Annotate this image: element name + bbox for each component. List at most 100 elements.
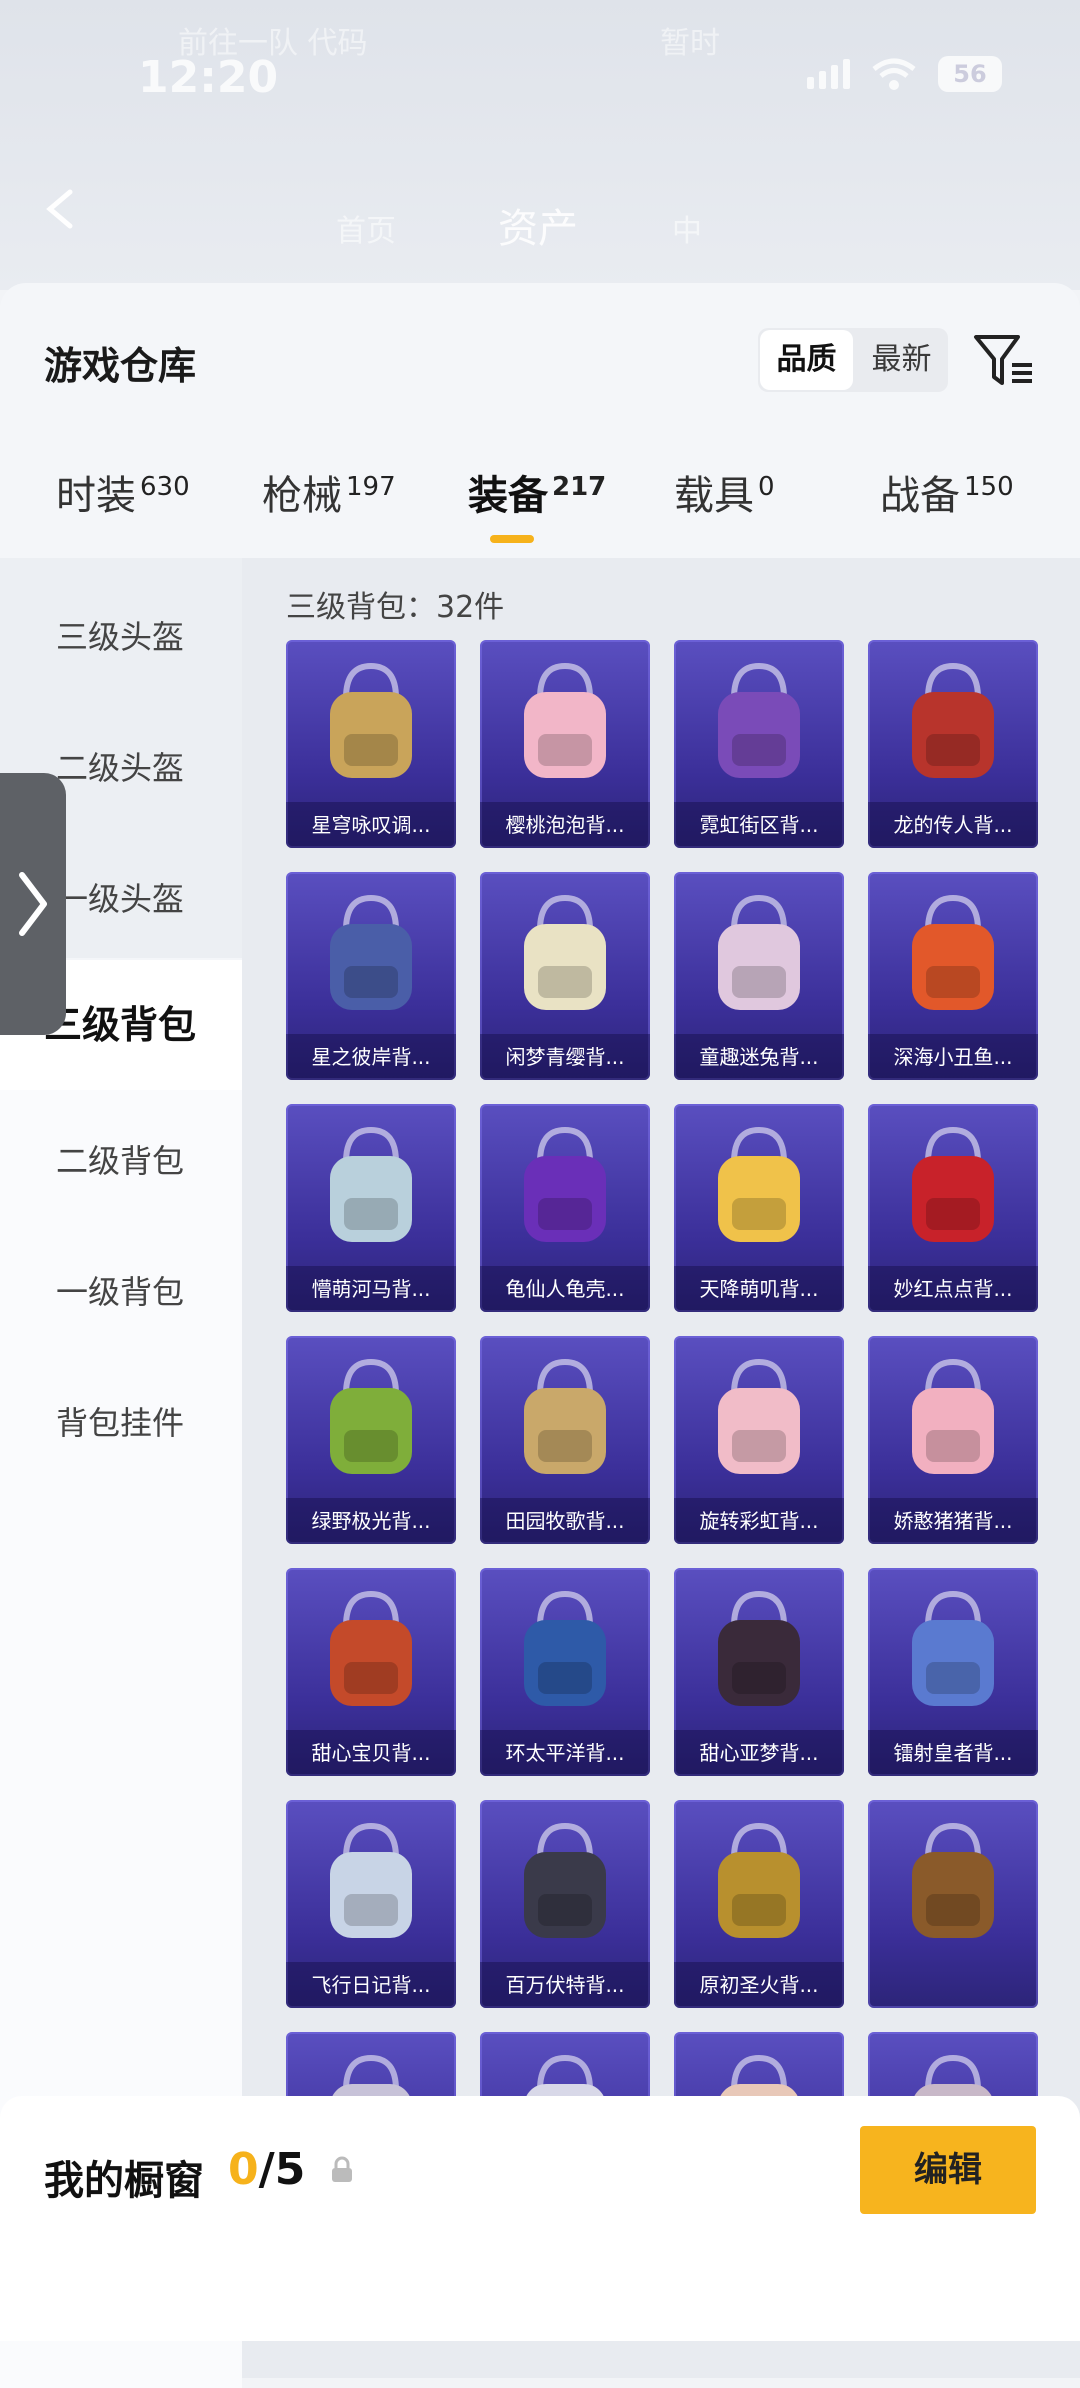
- item-name: 龟仙人龟壳...: [480, 1266, 650, 1312]
- sidebar-item-backpack-1[interactable]: 一级背包: [0, 1227, 242, 1357]
- item-tile[interactable]: 童趣迷兔背...: [674, 872, 844, 1080]
- showcase-current: 0: [228, 2144, 259, 2195]
- tab-label: 装备: [468, 473, 548, 519]
- item-tile[interactable]: 深海小丑鱼...: [868, 872, 1038, 1080]
- item-tile[interactable]: 飞行日记背...: [286, 1800, 456, 2008]
- sort-newest[interactable]: 最新: [855, 328, 948, 392]
- item-tile[interactable]: 百万伏特背...: [480, 1800, 650, 2008]
- back-arrow-icon[interactable]: [40, 188, 82, 230]
- backpack-icon: [330, 894, 412, 1010]
- item-tile[interactable]: 樱桃泡泡背...: [480, 640, 650, 848]
- item-name: 绿野极光背...: [286, 1498, 456, 1544]
- status-ghost-text-2: 暂时: [660, 26, 720, 61]
- backpack-icon: [718, 894, 800, 1010]
- nav-ghost-right: 中: [672, 214, 702, 249]
- item-name: 环太平洋背...: [480, 1730, 650, 1776]
- item-name: 闲梦青缨背...: [480, 1034, 650, 1080]
- status-time: 12:20: [138, 52, 279, 103]
- item-tile[interactable]: 镭射皇者背...: [868, 1568, 1038, 1776]
- item-name: 星穹咏叹调...: [286, 802, 456, 848]
- sidebar-item-helmet-3[interactable]: 三级头盔: [0, 572, 242, 702]
- item-name: 深海小丑鱼...: [868, 1034, 1038, 1080]
- item-tile[interactable]: 甜心亚梦背...: [674, 1568, 844, 1776]
- item-name: 妙红点点背...: [868, 1266, 1038, 1312]
- tab-label: 时装: [56, 473, 136, 519]
- item-name: 百万伏特背...: [480, 1962, 650, 2008]
- item-tile[interactable]: 星之彼岸背...: [286, 872, 456, 1080]
- drawer-handle[interactable]: [0, 773, 66, 1035]
- item-tile[interactable]: 旋转彩虹背...: [674, 1336, 844, 1544]
- backpack-icon: [912, 1822, 994, 1938]
- lock-icon: [332, 2156, 352, 2182]
- item-tile[interactable]: 原初圣火背...: [674, 1800, 844, 2008]
- item-name: 娇憨猪猪背...: [868, 1498, 1038, 1544]
- item-name: 甜心亚梦背...: [674, 1730, 844, 1776]
- backpack-icon: [330, 1358, 412, 1474]
- signal-icon: [807, 59, 850, 89]
- filter-icon[interactable]: [972, 331, 1036, 391]
- top-header: 前往一队 代码 暂时 12:20 56 首页 资产 中: [0, 0, 1080, 290]
- backpack-icon: [912, 894, 994, 1010]
- backpack-icon: [524, 662, 606, 778]
- backpack-icon: [718, 1822, 800, 1938]
- item-tile[interactable]: 甜心宝贝背...: [286, 1568, 456, 1776]
- backpack-icon: [330, 662, 412, 778]
- tab-count: 197: [346, 472, 396, 502]
- tab-equipment[interactable]: 装备 217: [468, 463, 606, 521]
- battery-icon: 56: [938, 56, 1002, 92]
- tab-guns[interactable]: 枪械 197: [262, 463, 396, 521]
- item-tile[interactable]: 闲梦青缨背...: [480, 872, 650, 1080]
- item-name: 童趣迷兔背...: [674, 1034, 844, 1080]
- backpack-icon: [524, 1358, 606, 1474]
- backpack-icon: [912, 1590, 994, 1706]
- item-tile[interactable]: 天降萌叽背...: [674, 1104, 844, 1312]
- item-tile[interactable]: 霓虹街区背...: [674, 640, 844, 848]
- tab-count: 0: [758, 472, 775, 502]
- backpack-icon: [330, 1822, 412, 1938]
- sort-toggle: 品质 最新: [758, 328, 948, 392]
- backpack-icon: [524, 1822, 606, 1938]
- sidebar-item-backpack-charm[interactable]: 背包挂件: [0, 1358, 242, 1488]
- item-tile[interactable]: 环太平洋背...: [480, 1568, 650, 1776]
- item-tile[interactable]: 娇憨猪猪背...: [868, 1336, 1038, 1544]
- item-tile[interactable]: 懵萌河马背...: [286, 1104, 456, 1312]
- backpack-icon: [912, 662, 994, 778]
- item-tile[interactable]: [868, 1800, 1038, 2008]
- wifi-icon: [872, 58, 916, 90]
- item-name: 原初圣火背...: [674, 1962, 844, 2008]
- showcase-bar: 我的橱窗 0/5 编辑: [0, 2096, 1080, 2341]
- tab-label: 战备: [880, 473, 960, 519]
- backpack-icon: [524, 1126, 606, 1242]
- showcase-title: 我的橱窗: [44, 2158, 204, 2204]
- item-name: 甜心宝贝背...: [286, 1730, 456, 1776]
- item-tile[interactable]: 星穹咏叹调...: [286, 640, 456, 848]
- tab-count: 217: [552, 472, 607, 502]
- active-tab-indicator: [490, 535, 534, 543]
- backpack-icon: [718, 1358, 800, 1474]
- item-name: 霓虹街区背...: [674, 802, 844, 848]
- item-tile[interactable]: 绿野极光背...: [286, 1336, 456, 1544]
- tab-supplies[interactable]: 战备 150: [880, 463, 1014, 521]
- backpack-icon: [524, 1590, 606, 1706]
- tab-label: 载具: [674, 473, 754, 519]
- backpack-icon: [330, 1126, 412, 1242]
- item-name: 飞行日记背...: [286, 1962, 456, 2008]
- sort-quality[interactable]: 品质: [760, 330, 853, 390]
- item-tile[interactable]: 龙的传人背...: [868, 640, 1038, 848]
- page-title: 游戏仓库: [44, 344, 197, 388]
- item-tile[interactable]: 龟仙人龟壳...: [480, 1104, 650, 1312]
- sidebar-item-backpack-2[interactable]: 二级背包: [0, 1096, 242, 1226]
- edit-button[interactable]: 编辑: [860, 2126, 1036, 2214]
- tab-count: 150: [964, 472, 1014, 502]
- tab-vehicles[interactable]: 载具 0: [674, 463, 775, 521]
- grid-header: 三级背包：32件: [286, 590, 505, 625]
- item-tile[interactable]: 妙红点点背...: [868, 1104, 1038, 1312]
- backpack-icon: [524, 894, 606, 1010]
- showcase-count: 0/5: [228, 2144, 305, 2195]
- tab-fashion[interactable]: 时装 630: [56, 463, 190, 521]
- backpack-icon: [330, 1590, 412, 1706]
- item-name: 田园牧歌背...: [480, 1498, 650, 1544]
- item-tile[interactable]: 田园牧歌背...: [480, 1336, 650, 1544]
- backpack-icon: [912, 1126, 994, 1242]
- status-icons: 56: [807, 56, 1002, 92]
